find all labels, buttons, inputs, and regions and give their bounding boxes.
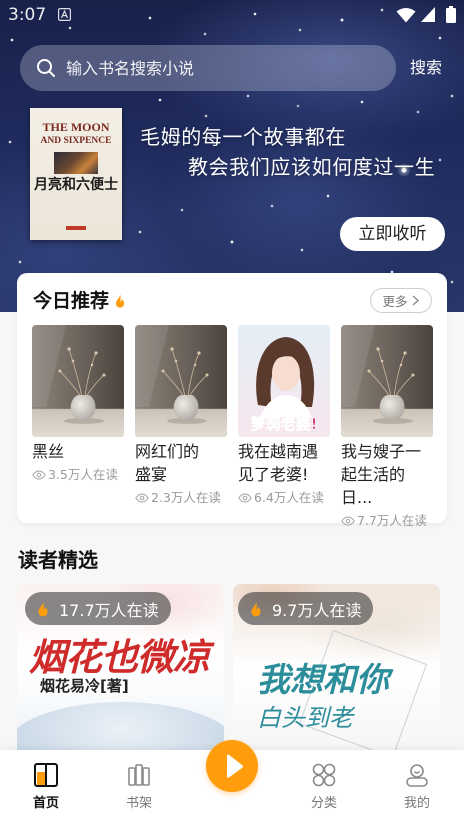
eye-icon (135, 491, 149, 505)
search-icon[interactable] (36, 58, 56, 78)
play-icon (227, 754, 243, 778)
book-cover-image[interactable] (32, 325, 124, 437)
reader-count-text: 17.7万人在读 (59, 600, 159, 620)
fire-icon (111, 291, 129, 311)
banner-tagline-line2: 教会我们应该如何度过一生 (188, 155, 436, 179)
cover-title-cn: 月亮和六便士 (34, 177, 118, 193)
eye-icon (341, 514, 355, 528)
wifi-icon (396, 8, 416, 23)
book-list: 黑丝 3.5万人在读 网红们的 盛宴 2.3万人在读 萝莉老婆! 我在越南遇 见… (32, 325, 433, 533)
app-screen: 3:07 搜索 THE MOON AND SIXPENCE 月亮和 (0, 0, 464, 824)
fire-icon (246, 598, 266, 620)
tab-home[interactable]: 首页 (11, 750, 81, 824)
hero-banner[interactable]: 3:07 搜索 THE MOON AND SIXPENCE 月亮和 (0, 0, 464, 312)
reader-count: 2.3万人在读 (135, 486, 227, 510)
book-title: 网红们的 盛宴 (135, 442, 200, 484)
chevron-right-icon (412, 295, 419, 306)
battery-icon (446, 6, 456, 23)
more-label: 更多 (382, 294, 408, 309)
book-card[interactable]: 我与嫂子一 起生活的日... 7.7万人在读 (341, 325, 433, 533)
tab-label: 我的 (403, 796, 430, 811)
reader-count: 3.5万人在读 (32, 463, 124, 487)
book-cover-image[interactable] (135, 325, 227, 437)
reader-count-text: 9.7万人在读 (272, 600, 362, 620)
reader-count-badge: 9.7万人在读 (238, 592, 374, 625)
book-card[interactable]: 网红们的 盛宴 2.3万人在读 (135, 325, 227, 533)
reader-count-text: 6.4万人在读 (254, 490, 324, 505)
section-title-text: 今日推荐 (33, 290, 110, 312)
cover-subtitle: 白头到老 (257, 704, 353, 732)
notification-icon (58, 8, 71, 21)
listen-now-button[interactable]: 立即收听 (340, 217, 445, 251)
tab-profile[interactable]: 我的 (382, 750, 452, 824)
reader-count-text: 7.7万人在读 (357, 513, 427, 528)
book-card[interactable]: 萝莉老婆! 我在越南遇 见了老婆! 6.4万人在读 (238, 325, 330, 533)
status-time: 3:07 (8, 5, 47, 25)
banner-tagline-line1: 毛姆的每一个故事都在 (140, 125, 346, 149)
featured-book-cover[interactable]: THE MOON AND SIXPENCE 月亮和六便士 (30, 108, 122, 240)
cover-illustration (54, 152, 98, 174)
tab-bookshelf[interactable]: 书架 (104, 750, 174, 824)
reader-count: 6.4万人在读 (238, 486, 330, 510)
search-input[interactable] (66, 45, 386, 91)
cover-title-en: AND SIXPENCE (40, 136, 112, 146)
more-button[interactable]: 更多 (370, 288, 432, 313)
home-book-icon (34, 763, 58, 787)
profile-icon (406, 764, 428, 787)
reader-count-text: 2.3万人在读 (151, 490, 221, 505)
book-title: 我在越南遇 见了老婆! (238, 442, 319, 484)
fire-icon (33, 598, 53, 620)
eye-icon (32, 468, 46, 482)
tab-label: 分类 (310, 796, 337, 811)
book-cover-text: 萝莉老婆! (251, 415, 318, 433)
category-icon (312, 763, 336, 787)
publisher-mark (66, 226, 86, 230)
tab-label: 首页 (32, 796, 59, 811)
readers-pick-title: 读者精选 (18, 548, 98, 572)
cover-title: 烟花也微凉 (29, 635, 210, 679)
book-cover-image[interactable]: 萝莉老婆! (238, 325, 330, 437)
cover-author: 烟花易冷[著] (40, 677, 129, 695)
section-title: 今日推荐 (33, 287, 129, 315)
search-button[interactable]: 搜索 (410, 56, 442, 80)
search-bar[interactable] (20, 45, 396, 91)
today-recommend-card: 今日推荐 更多 黑丝 3.5万人在读 网红们的 盛宴 2.3万人在读 萝莉老婆!… (17, 273, 447, 528)
pick-book-card[interactable]: 烟花也微凉 烟花易冷[著] 17.7万人在读 (17, 584, 224, 774)
reader-count: 7.7万人在读 (341, 509, 433, 533)
book-cover-image[interactable] (341, 325, 433, 437)
book-card[interactable]: 黑丝 3.5万人在读 (32, 325, 124, 533)
play-button[interactable] (206, 740, 258, 792)
eye-icon (238, 491, 252, 505)
book-title: 黑丝 (32, 442, 65, 461)
cover-title-en: THE MOON (42, 120, 110, 134)
tab-label: 书架 (125, 796, 152, 811)
book-title: 我与嫂子一 起生活的日... (341, 442, 422, 507)
bookshelf-icon (128, 764, 150, 786)
reader-count-text: 3.5万人在读 (48, 467, 118, 482)
reader-count-badge: 17.7万人在读 (25, 592, 171, 625)
signal-icon (421, 7, 435, 22)
tab-category[interactable]: 分类 (289, 750, 359, 824)
cover-title: 我想和你 (257, 660, 389, 699)
pick-book-card[interactable]: 我想和你 白头到老 9.7万人在读 (233, 584, 440, 774)
